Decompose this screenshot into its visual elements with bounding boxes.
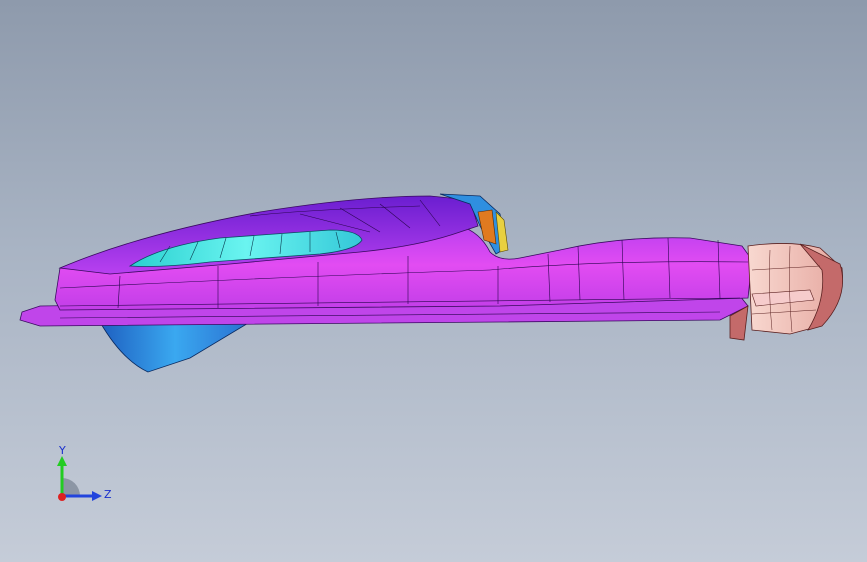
coordinate-triad: Y Z (57, 444, 112, 501)
y-axis-label: Y (58, 444, 66, 457)
graphics-viewport[interactable]: Y Z (0, 0, 867, 562)
origin-dot (58, 493, 66, 501)
z-axis-label: Z (104, 488, 112, 501)
z-axis-arrow-icon (92, 491, 102, 501)
3d-model[interactable] (0, 0, 867, 562)
triad-quadrant (62, 478, 80, 496)
keel-fin[interactable] (99, 321, 252, 373)
y-axis-arrow-icon (57, 456, 67, 466)
